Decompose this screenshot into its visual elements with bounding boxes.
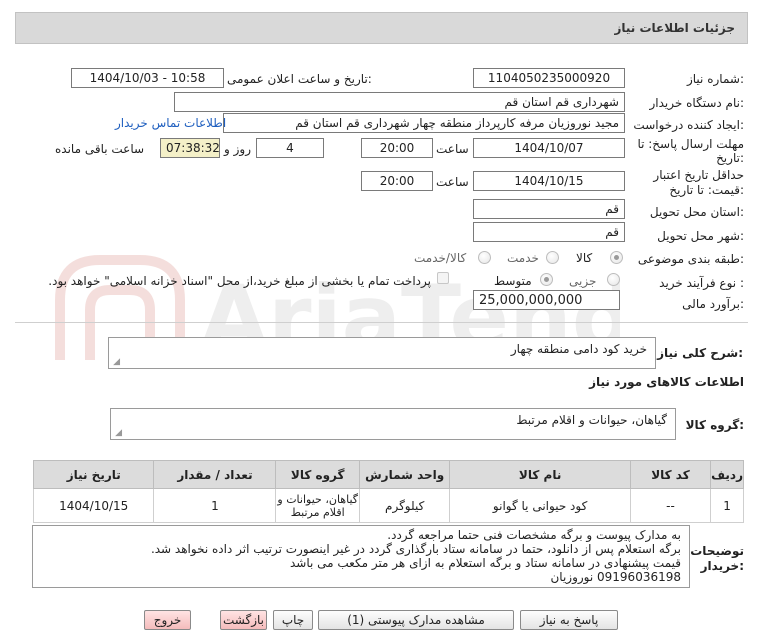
process-label: نوع فرآیند خرید : (659, 276, 744, 290)
col-code: کد کالا (629, 460, 712, 489)
province-label: استان محل تحویل: (649, 205, 744, 219)
exit-button[interactable]: خروج (144, 610, 191, 630)
category-option-goods-service: کالا/خدمت (414, 251, 467, 265)
need-number-label: شماره نیاز: (686, 72, 744, 86)
validity-label-line2: قیمت: تا تاریخ: (669, 183, 744, 197)
col-unit: واحد شمارش (358, 460, 451, 489)
resize-grip-icon[interactable]: ◢ (113, 429, 122, 438)
validity-date-field[interactable]: 1404/10/15 (473, 171, 625, 191)
goods-group-text: گیاهان، حیوانات و اقلام مرتبط (516, 413, 667, 427)
category-option-goods: کالا (576, 251, 593, 265)
cell-group: گیاهان، حیوانات و اقلام مرتبط (275, 488, 360, 523)
goods-group-label: گروه کالا: (685, 418, 744, 432)
announce-datetime-field[interactable]: 1404/10/03 - 10:58 (71, 68, 224, 88)
cell-code: -- (629, 488, 712, 523)
city-field[interactable]: قم (473, 222, 625, 242)
category-label: طبقه بندی موضوعی: (637, 252, 744, 266)
summary-textarea[interactable]: خرید کود دامی منطقه چهار ◢ (108, 337, 656, 369)
remaining-time-label: ساعت باقی مانده (55, 142, 145, 156)
deadline-time-field[interactable]: 20:00 (361, 138, 433, 158)
province-field[interactable]: قم (473, 199, 625, 219)
process-option-minor: جزیی (569, 274, 597, 288)
deadline-label-line1: مهلت ارسال پاسخ: تا (637, 137, 744, 151)
notes-line: قیمت پیشنهادی در سامانه ستاد و برگه استع… (289, 556, 681, 570)
requester-field[interactable]: مجید نوروزیان مرفه کارپرداز منطقه چهار ش… (223, 113, 625, 133)
estimate-label: برآورد مالی: (682, 297, 744, 311)
divider (15, 322, 748, 323)
category-option-service: خدمت (507, 251, 539, 265)
reply-button[interactable]: پاسخ به نیاز (520, 610, 618, 630)
buyer-notes-textarea[interactable]: به مدارک پیوست و برگه مشخصات فنی حتما مر… (32, 525, 690, 588)
process-radio-medium[interactable] (540, 273, 553, 286)
notes-line: 09196036198 نوروزیان (550, 570, 681, 584)
category-radio-service[interactable] (546, 251, 559, 264)
goods-group-textarea[interactable]: گیاهان، حیوانات و اقلام مرتبط ◢ (110, 408, 676, 440)
table-header-row: ردیف کد کالا نام کالا واحد شمارش گروه کا… (32, 460, 744, 489)
notes-line: برگه استعلام پس از دانلود، حتما در سامان… (150, 542, 681, 556)
remaining-time-field: 07:38:32 (160, 138, 220, 158)
items-table: ردیف کد کالا نام کالا واحد شمارش گروه کا… (32, 460, 744, 523)
process-option-medium: متوسط (494, 274, 532, 288)
notes-label-line1: توضیحات (690, 544, 744, 558)
announce-label: تاریخ و ساعت اعلان عمومی: (227, 72, 372, 86)
notes-line: به مدارک پیوست و برگه مشخصات فنی حتما مر… (387, 528, 681, 542)
back-button[interactable]: بازگشت (220, 610, 267, 630)
view-attachments-button[interactable]: مشاهده مدارک پیوستی (1) (318, 610, 514, 630)
cell-name: کود حیوانی یا گوانو (449, 488, 631, 523)
process-radio-minor[interactable] (607, 273, 620, 286)
estimate-field[interactable]: 25,000,000,000 (473, 290, 620, 310)
print-button[interactable]: چاپ (273, 610, 313, 630)
page-title: جزئیات اطلاعات نیاز (614, 21, 735, 35)
table-row[interactable]: 1 -- کود حیوانی یا گوانو کیلوگرم گیاهان،… (32, 488, 744, 523)
summary-text: خرید کود دامی منطقه چهار (510, 342, 647, 356)
requester-label: ایجاد کننده درخواست: (633, 118, 744, 132)
deadline-time-label: ساعت (436, 142, 469, 156)
col-group: گروه کالا (275, 460, 360, 489)
days-remaining-field[interactable]: 4 (256, 138, 324, 158)
cell-row: 1 (710, 488, 744, 523)
col-name: نام کالا (449, 460, 631, 489)
cell-unit: کیلوگرم (358, 488, 451, 523)
days-label: روز و (224, 142, 251, 156)
buyer-org-field[interactable]: شهرداری قم استان قم (174, 92, 625, 112)
notes-label-line2: خریدار: (700, 559, 744, 573)
goods-section-title: اطلاعات کالاهای مورد نیاز (589, 375, 744, 389)
treasury-payment-note: پرداخت تمام یا بخشی از مبلغ خرید،از محل … (48, 274, 431, 288)
treasury-payment-checkbox[interactable] (437, 272, 449, 284)
resize-grip-icon[interactable]: ◢ (111, 358, 120, 367)
cell-need-date: 1404/10/15 (32, 488, 155, 523)
cell-quantity: 1 (153, 488, 277, 523)
summary-label: شرح کلی نیاز: (657, 346, 743, 360)
col-row: ردیف (710, 460, 744, 489)
validity-time-label: ساعت (436, 175, 469, 189)
category-radio-goods-service[interactable] (478, 251, 491, 264)
deadline-label-line2: تاریخ: (716, 151, 744, 165)
need-number-field[interactable]: 1104050235000920 (473, 68, 625, 88)
city-label: شهر محل تحویل: (657, 229, 744, 243)
page-header: جزئیات اطلاعات نیاز (15, 12, 748, 44)
validity-label-line1: حداقل تاریخ اعتبار (653, 168, 744, 182)
deadline-date-field[interactable]: 1404/10/07 (473, 138, 625, 158)
buyer-org-label: نام دستگاه خریدار: (649, 96, 745, 110)
validity-time-field[interactable]: 20:00 (361, 171, 433, 191)
category-radio-goods[interactable] (610, 251, 623, 264)
buyer-contact-link[interactable]: اطلاعات تماس خریدار (115, 116, 226, 130)
col-need-date: تاریخ نیاز (32, 460, 155, 489)
col-quantity: تعداد / مقدار (153, 460, 277, 489)
